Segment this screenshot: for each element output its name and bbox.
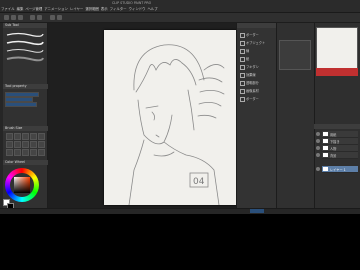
layer-panel-header [314, 124, 360, 129]
menu-selection[interactable]: 選択範囲 [85, 6, 99, 11]
menu-help[interactable]: ヘルプ [148, 6, 158, 11]
layer-row[interactable]: 用紙 [322, 131, 358, 138]
size-preset-15[interactable] [38, 149, 45, 156]
save-icon[interactable] [18, 15, 23, 20]
layer-thumbnail [323, 146, 328, 150]
saturation-square[interactable] [14, 177, 30, 193]
letterbox-bottom [0, 214, 360, 270]
size-preset-7[interactable] [14, 141, 21, 148]
material-label: オブジェクト [246, 41, 266, 45]
material-checkbox[interactable] [240, 64, 245, 70]
material-checkbox[interactable] [240, 32, 245, 38]
transform-icon[interactable] [57, 15, 62, 20]
material-checkbox[interactable] [240, 88, 245, 94]
material-item-8[interactable]: 画像素材 [240, 88, 259, 94]
size-preset-14[interactable] [30, 149, 37, 156]
size-preset-2[interactable] [14, 133, 21, 140]
size-preset-4[interactable] [30, 133, 37, 140]
density-slider[interactable] [5, 102, 37, 107]
size-preset-3[interactable] [22, 133, 29, 140]
material-checkbox[interactable] [240, 72, 245, 78]
layer-thumbnail [323, 139, 328, 143]
clear-icon[interactable] [50, 15, 55, 20]
navigator-preview[interactable] [316, 27, 358, 69]
size-preset-12[interactable] [14, 149, 21, 156]
material-checkbox[interactable] [240, 40, 245, 46]
material-item-5[interactable]: フキダシ [240, 64, 259, 70]
material-panel-header [237, 23, 276, 28]
layer-name: 背景 [330, 154, 337, 158]
menu-edit[interactable]: 編集 [17, 6, 24, 11]
zoom-indicator[interactable] [250, 209, 264, 213]
material-checkbox[interactable] [240, 96, 245, 102]
size-preset-13[interactable] [22, 149, 29, 156]
material-label: ボーダー [246, 33, 259, 37]
navigator-frame[interactable] [316, 68, 358, 76]
material-label: ボーダー [246, 97, 259, 101]
material-item-2[interactable]: オブジェクト [240, 40, 265, 46]
sketch-number: 04 [193, 177, 205, 187]
material-label: 画像素材 [246, 89, 259, 93]
layer-thumbnail [323, 153, 328, 157]
material-thumbnail[interactable] [279, 40, 311, 70]
undo-icon[interactable] [30, 15, 35, 20]
tool-property-header: Tool property [3, 84, 48, 89]
layer-name: 人物 [330, 147, 337, 151]
layer-row-selected[interactable]: レイヤー 1 [322, 166, 358, 173]
brush-previews[interactable] [6, 31, 44, 69]
size-preset-11[interactable] [6, 149, 13, 156]
layer-name: 下描き [330, 140, 340, 144]
new-file-icon[interactable] [4, 15, 9, 20]
material-label: フキダシ [246, 65, 259, 69]
layer-name: 用紙 [330, 133, 337, 137]
material-checkbox[interactable] [240, 80, 245, 86]
material-item-4[interactable]: 紙 [240, 56, 249, 62]
layer-thumbnail [323, 167, 328, 171]
redo-icon[interactable] [37, 15, 42, 20]
layer-row[interactable]: 背景 [322, 152, 358, 159]
material-label: 透明部分 [246, 81, 259, 85]
material-checkbox[interactable] [240, 48, 245, 54]
menu-filter[interactable]: フィルター [110, 6, 127, 11]
size-preset-1[interactable] [6, 133, 13, 140]
window-title: CLIP STUDIO PAINT PRO [112, 1, 152, 5]
material-label: 効果線 [246, 73, 256, 77]
subtool-header: Sub Tool [3, 23, 47, 28]
size-preset-5[interactable] [38, 133, 45, 140]
material-label: 紙 [246, 57, 250, 61]
eye-icon[interactable] [316, 167, 320, 171]
eye-icon[interactable] [316, 132, 320, 136]
eye-icon[interactable] [316, 153, 320, 157]
eye-icon[interactable] [316, 146, 320, 150]
material-label: 線 [246, 49, 250, 53]
layer-name: レイヤー 1 [330, 168, 346, 172]
size-preset-8[interactable] [22, 141, 29, 148]
color-wheel-header: Color Wheel [3, 160, 48, 165]
menu-file[interactable]: ファイル [1, 6, 15, 11]
menu-layer[interactable]: レイヤー [70, 6, 83, 11]
layer-row[interactable]: 人物 [322, 145, 358, 152]
brush-size-header: Brush Size [3, 126, 48, 131]
menu-bar: ファイル 編集 ページ管理 アニメーション レイヤー 選択範囲 表示 フィルター… [1, 6, 158, 11]
material-item-3[interactable]: 線 [240, 48, 249, 54]
layer-row[interactable]: 下描き [322, 138, 358, 145]
menu-view[interactable]: 表示 [101, 6, 108, 11]
material-checkbox[interactable] [240, 56, 245, 62]
open-file-icon[interactable] [11, 15, 16, 20]
canvas-paper[interactable]: 04 [104, 30, 238, 206]
material-item-9[interactable]: ボーダー [240, 96, 259, 102]
title-bar: CLIP STUDIO PAINT PRO ファイル 編集 ページ管理 アニメー… [0, 0, 360, 13]
size-preset-6[interactable] [6, 141, 13, 148]
menu-animation[interactable]: アニメーション [44, 6, 68, 11]
size-preset-9[interactable] [30, 141, 37, 148]
material-item-6[interactable]: 効果線 [240, 72, 256, 78]
menu-window[interactable]: ウィンドウ [129, 6, 146, 11]
eye-icon[interactable] [316, 139, 320, 143]
size-preset-10[interactable] [38, 141, 45, 148]
layer-thumbnail [323, 132, 328, 136]
menu-page[interactable]: ページ管理 [25, 6, 42, 11]
material-item-1[interactable]: ボーダー [240, 32, 259, 38]
sketch-drawing: 04 [128, 44, 225, 206]
material-item-7[interactable]: 透明部分 [240, 80, 259, 86]
